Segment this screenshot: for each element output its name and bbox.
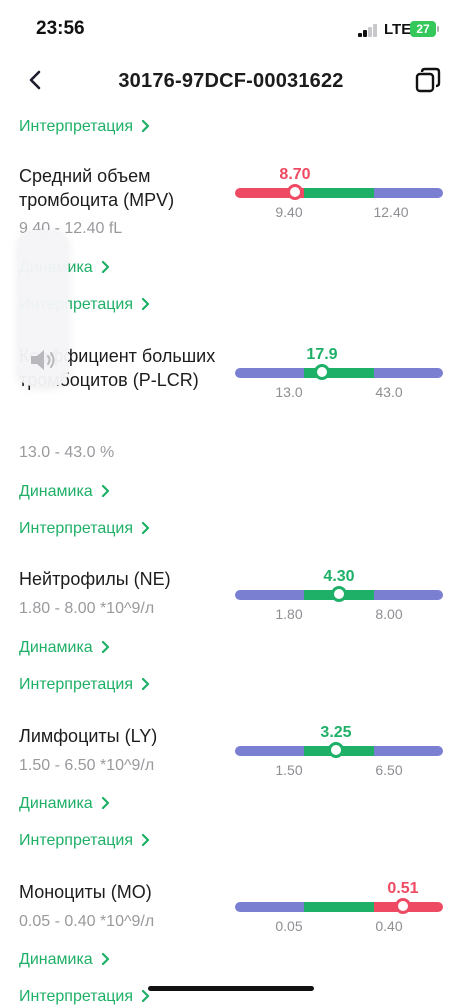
page-title: 30176-97DCF-00031622 <box>118 70 344 92</box>
result-name: Средний объем тромбоцита (MPV) <box>19 166 175 210</box>
tick-low: 0.05 <box>275 918 303 934</box>
result-value: 17.9 <box>306 346 338 363</box>
copy-icon <box>415 67 441 93</box>
interpretation-label: Интерпретация <box>19 988 134 1005</box>
chevron-right-icon <box>141 522 150 534</box>
speaker-icon <box>31 350 55 370</box>
result-value: 0.51 <box>387 880 419 897</box>
chevron-right-icon <box>141 298 150 310</box>
volume-hud <box>18 230 68 386</box>
chevron-right-icon <box>141 678 150 690</box>
battery-icon: 27 <box>410 21 436 37</box>
interpretation-label: Интерпретация <box>19 832 134 849</box>
tick-high: 8.00 <box>375 606 403 622</box>
tick-high: 0.40 <box>375 918 403 934</box>
result-name: Лимфоциты (LY) <box>19 726 158 746</box>
chevron-right-icon <box>101 485 109 497</box>
result-name: Моноциты (MO) <box>19 882 152 902</box>
tick-high: 43.0 <box>375 384 403 400</box>
battery-level: 27 <box>416 22 430 36</box>
result-gauge: 8.70 9.40 12.40 <box>235 166 443 226</box>
bar-high-segment <box>374 368 443 378</box>
network-type: LTE <box>384 21 412 38</box>
tick-low: 1.50 <box>275 762 303 778</box>
interpretation-link[interactable]: Интерпретация <box>19 988 150 1006</box>
copy-button[interactable] <box>412 64 444 96</box>
tick-high: 12.40 <box>373 204 409 220</box>
result-gauge: 0.51 0.05 0.40 <box>235 880 443 940</box>
dynamics-label: Динамика <box>19 795 93 812</box>
dynamics-label: Динамика <box>19 639 93 656</box>
result-value: 4.30 <box>323 568 355 585</box>
status-time: 23:56 <box>36 18 85 39</box>
range-bar <box>235 188 443 198</box>
bar-high-segment <box>374 746 443 756</box>
bar-normal-segment <box>304 188 374 198</box>
interpretation-link[interactable]: Интерпретация <box>19 832 150 850</box>
chevron-right-icon <box>141 120 150 132</box>
result-name: Нейтрофилы (NE) <box>19 569 171 589</box>
status-bar: 23:56 LTE 27 <box>0 0 462 56</box>
value-marker <box>287 184 303 200</box>
dynamics-link[interactable]: Динамика <box>19 795 110 813</box>
dynamics-link[interactable]: Динамика <box>19 483 110 501</box>
interpretation-link[interactable]: Интерпретация <box>19 520 150 538</box>
chevron-right-icon <box>101 641 109 653</box>
tick-low: 1.80 <box>275 606 303 622</box>
result-value: 8.70 <box>279 166 311 183</box>
interpretation-label: Интерпретация <box>19 676 134 693</box>
value-marker <box>395 898 411 914</box>
dynamics-label: Динамика <box>19 951 93 968</box>
chevron-right-icon <box>101 797 109 809</box>
chevron-right-icon <box>101 261 109 273</box>
reference-range: 0.05 - 0.40 *10^9/л <box>19 913 155 930</box>
dynamics-link[interactable]: Динамика <box>19 639 110 657</box>
range-bar <box>235 368 443 378</box>
reference-range: 1.50 - 6.50 *10^9/л <box>19 757 155 774</box>
bar-high-segment <box>374 590 443 600</box>
result-value: 3.25 <box>320 724 352 741</box>
chevron-right-icon <box>141 990 150 1002</box>
interpretation-link[interactable]: Интерпретация <box>19 118 150 136</box>
chevron-right-icon <box>141 834 150 846</box>
bar-low-segment <box>235 368 304 378</box>
bar-low-segment <box>235 746 304 756</box>
navigation-bar: 30176-97DCF-00031622 <box>0 56 462 106</box>
tick-low: 13.0 <box>275 384 303 400</box>
reference-range: 13.0 - 43.0 % <box>19 444 115 461</box>
signal-icon <box>358 23 380 37</box>
reference-range: 1.80 - 8.00 *10^9/л <box>19 600 155 617</box>
interpretation-link[interactable]: Интерпретация <box>19 676 150 694</box>
bar-low-segment <box>235 902 304 912</box>
value-marker <box>328 742 344 758</box>
chevron-right-icon <box>101 953 109 965</box>
bar-normal-segment <box>304 902 374 912</box>
result-gauge: 3.25 1.50 6.50 <box>235 724 443 784</box>
interpretation-label: Интерпретация <box>19 520 134 537</box>
result-gauge: 4.30 1.80 8.00 <box>235 568 443 628</box>
tick-low: 9.40 <box>275 204 303 220</box>
dynamics-label: Динамика <box>19 483 93 500</box>
interpretation-label: Интерпретация <box>19 118 134 135</box>
dynamics-link[interactable]: Динамика <box>19 951 110 969</box>
tick-high: 6.50 <box>375 762 403 778</box>
value-marker <box>314 364 330 380</box>
battery-cap <box>437 26 439 32</box>
bar-low-segment <box>235 590 304 600</box>
range-bar <box>235 902 443 912</box>
result-gauge: 17.9 13.0 43.0 <box>235 346 443 406</box>
value-marker <box>331 586 347 602</box>
home-indicator[interactable] <box>148 986 314 991</box>
bar-high-segment <box>374 188 443 198</box>
